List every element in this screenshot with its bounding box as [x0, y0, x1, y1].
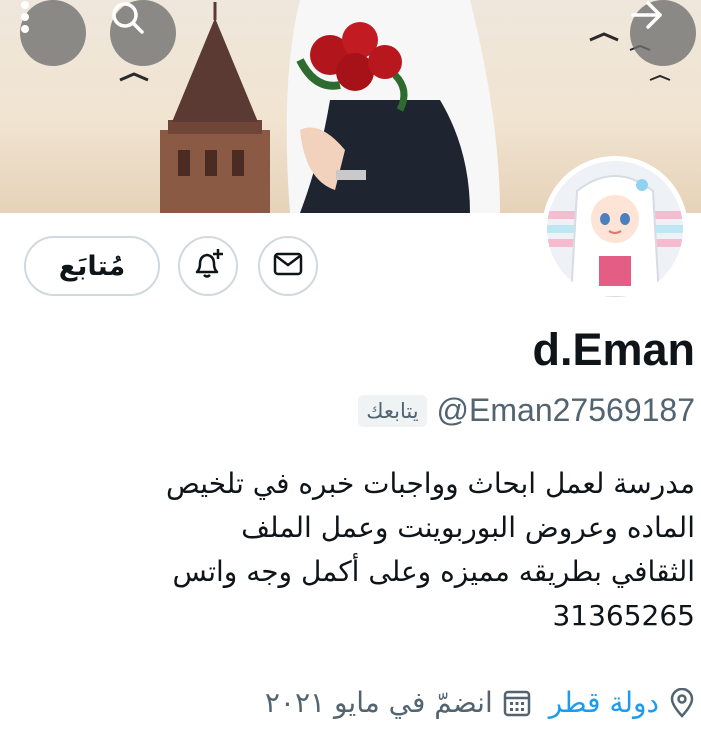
- handle-row: يتابعك @Eman27569187: [358, 392, 695, 429]
- following-button[interactable]: مُتابَع: [24, 236, 160, 296]
- back-button[interactable]: [630, 0, 696, 66]
- username-handle: @Eman27569187: [436, 392, 695, 428]
- location-pin-icon: [669, 687, 695, 718]
- envelope-icon: [273, 252, 303, 280]
- bio-phone-number: 31365265: [552, 599, 695, 632]
- display-name: d.Eman: [532, 324, 695, 375]
- bio-line: مدرسة لعمل ابحاث وواجبات خبره في تلخيص: [165, 467, 695, 500]
- profile-meta: دولة قطر انضمّ في مايو ٢٠٢١: [265, 686, 695, 719]
- profile-bio: مدرسة لعمل ابحاث وواجبات خبره في تلخيص ا…: [35, 462, 695, 638]
- joined-date: انضمّ في مايو ٢٠٢١: [264, 686, 493, 719]
- location-link[interactable]: دولة قطر: [549, 686, 659, 719]
- bell-plus-icon: [191, 247, 225, 285]
- bio-line: الثقافي بطريقه مميزه وعلى أكمل وجه واتس: [172, 555, 695, 588]
- search-button[interactable]: [110, 0, 176, 66]
- bio-line: الماده وعروض البوربوينت وعمل الملف: [241, 511, 695, 544]
- follows-you-badge: يتابعك: [358, 394, 427, 427]
- notifications-button[interactable]: [178, 236, 238, 296]
- calendar-icon: [503, 689, 531, 717]
- profile-avatar[interactable]: [542, 156, 688, 302]
- message-button[interactable]: [258, 236, 318, 296]
- more-button[interactable]: [20, 0, 86, 66]
- avatar-illustration: [547, 161, 683, 297]
